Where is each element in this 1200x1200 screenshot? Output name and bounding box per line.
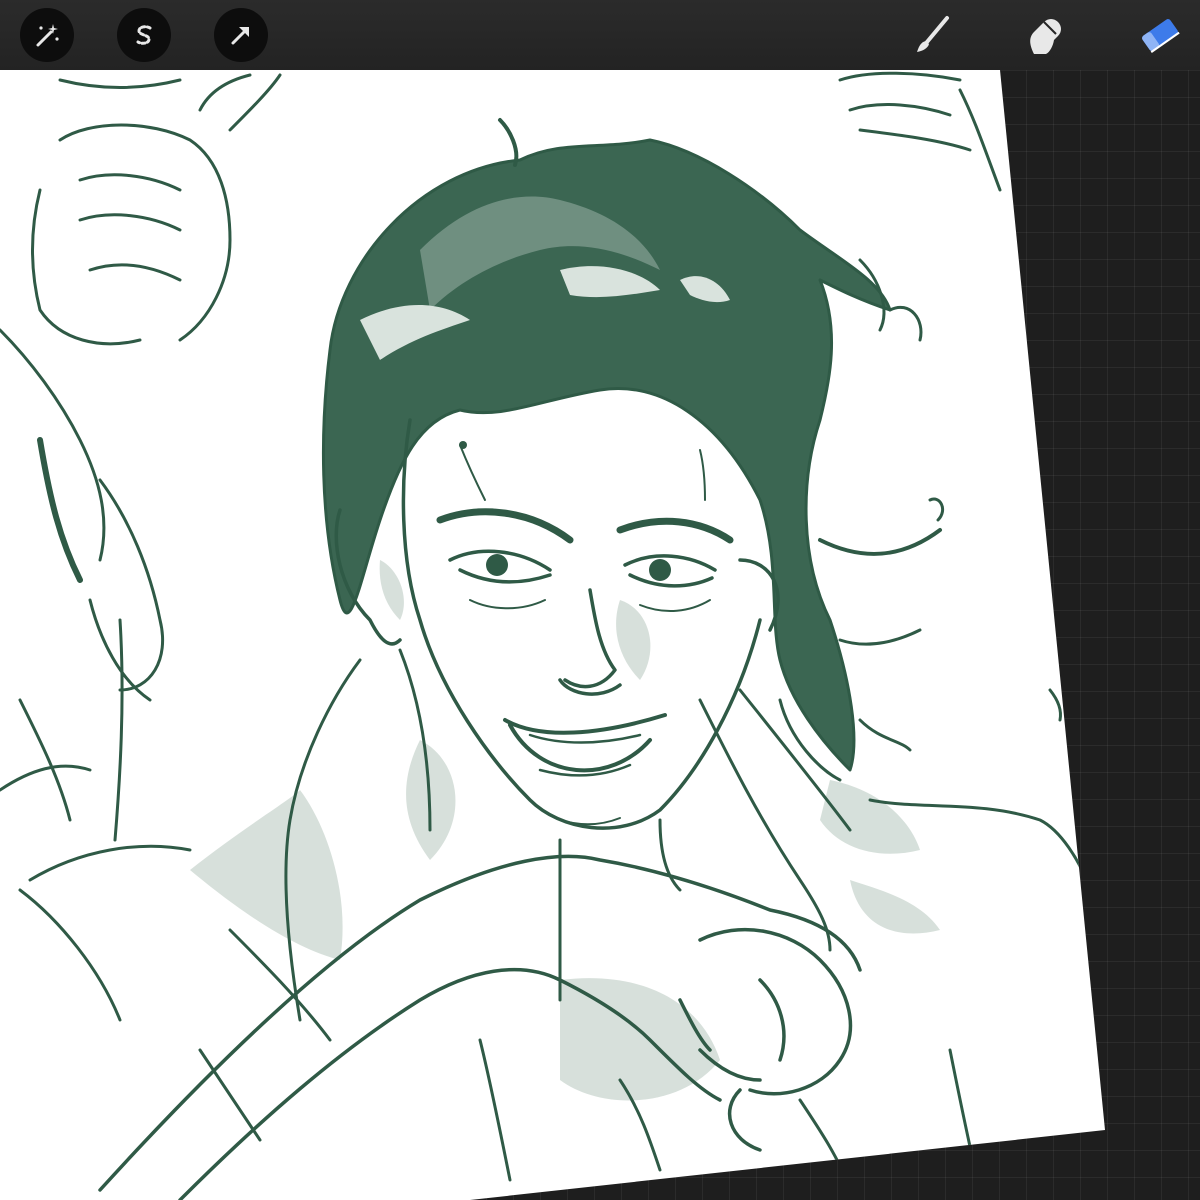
transform-button[interactable] [214,8,268,62]
drawing-canvas[interactable] [0,0,1200,1200]
brush-icon [917,16,949,52]
selection-s-icon [136,25,152,45]
smudge-tool-button[interactable] [1015,8,1075,62]
selection-button[interactable] [117,8,171,62]
smudge-finger-icon [1030,19,1061,54]
brush-tool-button[interactable] [902,8,962,62]
drawing-app [0,0,1200,1200]
arrow-cursor-icon [231,27,249,45]
top-toolbar [0,0,1200,70]
adjustments-button[interactable] [20,8,74,62]
eraser-tool-button[interactable] [1130,8,1190,62]
magic-wand-icon [36,24,59,47]
eraser-icon [1142,19,1180,53]
